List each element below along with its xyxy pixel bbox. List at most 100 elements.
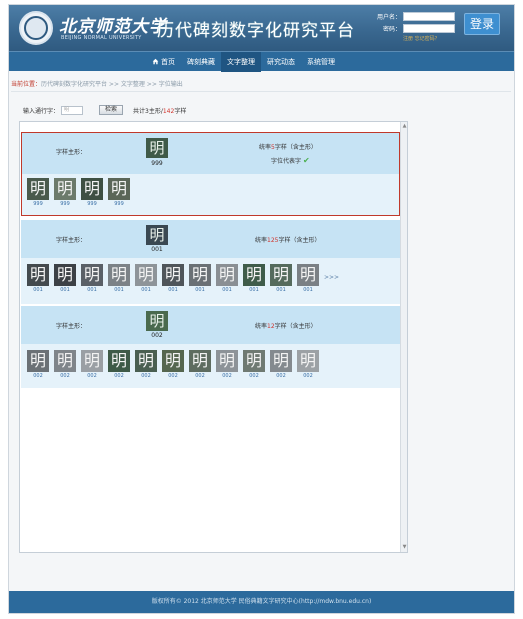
check-icon: ✔ <box>303 156 310 165</box>
glyph-thumbnail[interactable]: 明 001 <box>297 264 319 293</box>
glyph-thumbnail[interactable]: 明 999 <box>108 178 130 207</box>
glyph-thumbnail[interactable]: 明 002 <box>297 350 319 379</box>
glyph-number: 999 <box>33 201 43 207</box>
glyph-thumbnail[interactable]: 明 001 <box>27 264 49 293</box>
forgot-password-link[interactable]: 忘记密码？ <box>415 36 440 42</box>
main-form-label: 字样主形： <box>56 323 87 330</box>
register-link[interactable]: 注册 <box>403 36 413 42</box>
glyph-number: 002 <box>222 373 232 379</box>
glyph-thumbnail[interactable]: 明 002 <box>189 350 211 379</box>
scroll-up-icon[interactable]: ▲ <box>402 124 407 129</box>
glyph-thumbnail[interactable]: 明 002 <box>135 350 157 379</box>
group-stat: 统率12字样（含主形） <box>255 321 317 330</box>
glyph-number: 002 <box>168 373 178 379</box>
nav-item-text-processing[interactable]: 文字整理 <box>221 52 261 72</box>
main-form-number: 001 <box>151 246 163 253</box>
result-count-suffix: 字样 <box>174 107 187 115</box>
glyph-number: 001 <box>114 287 124 293</box>
stat-count: 12 <box>267 323 275 330</box>
glyph-group[interactable]: 字样主形： 明 002 统率12字样（含主形） 明 002 明 002 明 002 明 002… <box>21 306 400 388</box>
nav-item-research-news[interactable]: 研究动态 <box>261 52 301 72</box>
glyph-thumbnail[interactable]: 明 001 <box>162 264 184 293</box>
breadcrumb-path[interactable]: 历代碑刻数字化研究平台 >> 文字整理 >> 字位输出 <box>41 81 183 88</box>
glyph-list: 明 001 明 001 明 001 明 001 明 001 明 001 明 001 明 001 明 001 明 001… <box>27 264 339 293</box>
nav-item-label: 首页 <box>161 58 175 66</box>
glyph-number: 002 <box>87 373 97 379</box>
nav-item-home[interactable]: 首页 <box>146 52 181 72</box>
result-count: 共计3主形/142字样 <box>133 106 186 115</box>
group-body: 明 001 明 001 明 001 明 001 明 001 明 001 明 001 明 001 明 001 明 001… <box>21 258 400 304</box>
glyph-image: 明 <box>189 264 211 286</box>
glyph-thumbnail[interactable]: 明 999 <box>54 178 76 207</box>
group-header: 字样主形： 明 001 统率125字样（含主形） <box>21 220 400 258</box>
glyph-number: 002 <box>141 373 151 379</box>
search-bar: 输入通行字： 明 检索 共计3主形/142字样 <box>23 105 186 115</box>
site-title: 历代碑刻数字化研究平台 <box>157 21 355 41</box>
breadcrumb: 当前位置：历代碑刻数字化研究平台 >> 文字整理 >> 字位输出 <box>11 79 183 88</box>
glyph-thumbnail[interactable]: 明 002 <box>81 350 103 379</box>
glyph-image: 明 <box>189 350 211 372</box>
glyph-thumbnail[interactable]: 明 001 <box>108 264 130 293</box>
glyph-image: 明 <box>297 264 319 286</box>
main-form-glyph[interactable]: 明 <box>146 225 168 245</box>
representative-text: 字位代表字 <box>271 158 302 165</box>
glyph-image: 明 <box>54 350 76 372</box>
glyph-number: 002 <box>303 373 313 379</box>
group-stat: 统率5字样（含主形） <box>259 142 317 151</box>
glyph-thumbnail[interactable]: 明 002 <box>270 350 292 379</box>
glyph-thumbnail[interactable]: 明 002 <box>243 350 265 379</box>
glyph-thumbnail[interactable]: 明 002 <box>27 350 49 379</box>
representative-label: 字位代表字 ✔ <box>271 156 310 165</box>
glyph-thumbnail[interactable]: 明 999 <box>81 178 103 207</box>
glyph-thumbnail[interactable]: 明 001 <box>216 264 238 293</box>
glyph-group[interactable]: 字样主形： 明 001 统率125字样（含主形） 明 001 明 001 明 001 明 00… <box>21 220 400 304</box>
stat-suffix: 字样（含主形） <box>278 237 321 244</box>
site-footer: 版权所有© 2012 北京师范大学 民俗典籍文字研究中心(http://mdw.… <box>9 591 514 613</box>
glyph-image: 明 <box>162 264 184 286</box>
glyph-thumbnail[interactable]: 明 001 <box>81 264 103 293</box>
glyph-number: 999 <box>60 201 70 207</box>
glyph-image: 明 <box>27 178 49 200</box>
username-input[interactable] <box>403 11 455 21</box>
main-form-label: 字样主形： <box>56 237 87 244</box>
glyph-number: 001 <box>276 287 286 293</box>
glyph-image: 明 <box>108 264 130 286</box>
glyph-number: 001 <box>195 287 205 293</box>
stat-prefix: 统率 <box>255 323 268 330</box>
results-panel: ▲ ▼ 字样主形： 明 999 统率5字样（含主形） 字位代表字 ✔ 明 999 明 9… <box>19 121 408 553</box>
scroll-down-icon[interactable]: ▼ <box>402 545 407 550</box>
nav-item-system-admin[interactable]: 系统管理 <box>301 52 341 72</box>
glyph-image: 明 <box>297 350 319 372</box>
result-count-prefix: 共计3主形/ <box>133 107 163 115</box>
glyph-thumbnail[interactable]: 明 002 <box>54 350 76 379</box>
glyph-image: 明 <box>108 178 130 200</box>
glyph-number: 002 <box>249 373 259 379</box>
glyph-thumbnail[interactable]: 明 001 <box>189 264 211 293</box>
search-input[interactable]: 明 <box>61 105 84 115</box>
glyph-thumbnail[interactable]: 明 001 <box>270 264 292 293</box>
glyph-thumbnail[interactable]: 明 002 <box>216 350 238 379</box>
glyph-thumbnail[interactable]: 明 999 <box>27 178 49 207</box>
nav-item-collection[interactable]: 碑刻典藏 <box>181 52 221 72</box>
glyph-thumbnail[interactable]: 明 002 <box>108 350 130 379</box>
more-glyphs-link[interactable]: >>> <box>324 274 339 303</box>
glyph-image: 明 <box>216 350 238 372</box>
glyph-thumbnail[interactable]: 明 001 <box>135 264 157 293</box>
search-button[interactable]: 检索 <box>99 105 124 115</box>
glyph-thumbnail[interactable]: 明 001 <box>54 264 76 293</box>
stat-count: 125 <box>267 237 279 244</box>
main-form-glyph[interactable]: 明 <box>146 138 168 158</box>
result-count-total: 142 <box>162 107 175 115</box>
glyph-number: 999 <box>87 201 97 207</box>
glyph-thumbnail[interactable]: 明 001 <box>243 264 265 293</box>
site-header: 北京师范大学 BEIJING NORMAL UNIVERSITY 历代碑刻数字化… <box>9 5 514 51</box>
login-button[interactable]: 登录 <box>464 13 500 35</box>
glyph-thumbnail[interactable]: 明 002 <box>162 350 184 379</box>
password-input[interactable] <box>403 23 455 33</box>
glyph-number: 001 <box>87 287 97 293</box>
main-form-glyph[interactable]: 明 <box>146 311 168 331</box>
university-seal-icon <box>19 11 53 45</box>
glyph-group[interactable]: 字样主形： 明 999 统率5字样（含主形） 字位代表字 ✔ 明 999 明 999 明 9… <box>21 132 400 216</box>
stat-prefix: 统率 <box>255 237 268 244</box>
scrollbar[interactable]: ▲ ▼ <box>400 122 407 552</box>
